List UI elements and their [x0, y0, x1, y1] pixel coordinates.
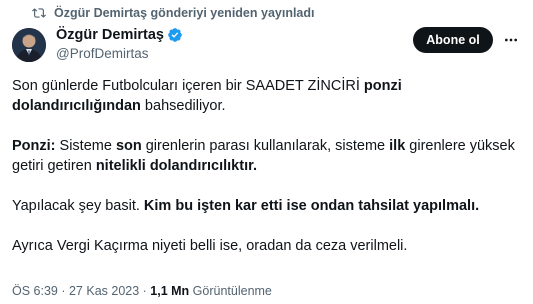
- more-icon[interactable]: [500, 30, 522, 50]
- tweet-text: Son günlerde Futbolcuları içeren bir SAA…: [12, 76, 522, 256]
- tweet-paragraph-1: Son günlerde Futbolcuları içeren bir SAA…: [12, 78, 402, 114]
- tweet-paragraph-3: Yapılacak şey basit. Kim bu işten kar et…: [12, 198, 480, 214]
- repost-indicator[interactable]: Özgür Demirtaş gönderiyi yeniden yayınla…: [32, 5, 315, 21]
- tweet-paragraph-4: Ayrıca Vergi Kaçırma niyeti belli ise, o…: [12, 238, 408, 254]
- author-display-name[interactable]: Özgür Demirtaş: [56, 27, 164, 43]
- verified-badge-icon: [167, 27, 183, 43]
- author-name-row[interactable]: Özgür Demirtaş: [56, 27, 183, 43]
- views-label: Görüntülenme: [189, 284, 272, 298]
- author-handle[interactable]: @ProfDemirtas: [56, 46, 148, 61]
- follow-button[interactable]: Abone ol: [413, 27, 493, 53]
- repost-icon: [32, 6, 46, 20]
- views-count: 1,1 Mn: [150, 284, 190, 298]
- tweet-date[interactable]: 27 Kas 2023: [69, 284, 139, 298]
- tweet-paragraph-2: Ponzi: Sisteme son girenlerin parası kul…: [12, 138, 515, 174]
- tweet-time[interactable]: ÖS 6:39: [12, 284, 58, 298]
- repost-text: Özgür Demirtaş gönderiyi yeniden yayınla…: [54, 6, 315, 20]
- avatar[interactable]: [12, 28, 46, 62]
- tweet-meta: ÖS 6:39 · 27 Kas 2023 · 1,1 Mn Görüntüle…: [12, 284, 272, 298]
